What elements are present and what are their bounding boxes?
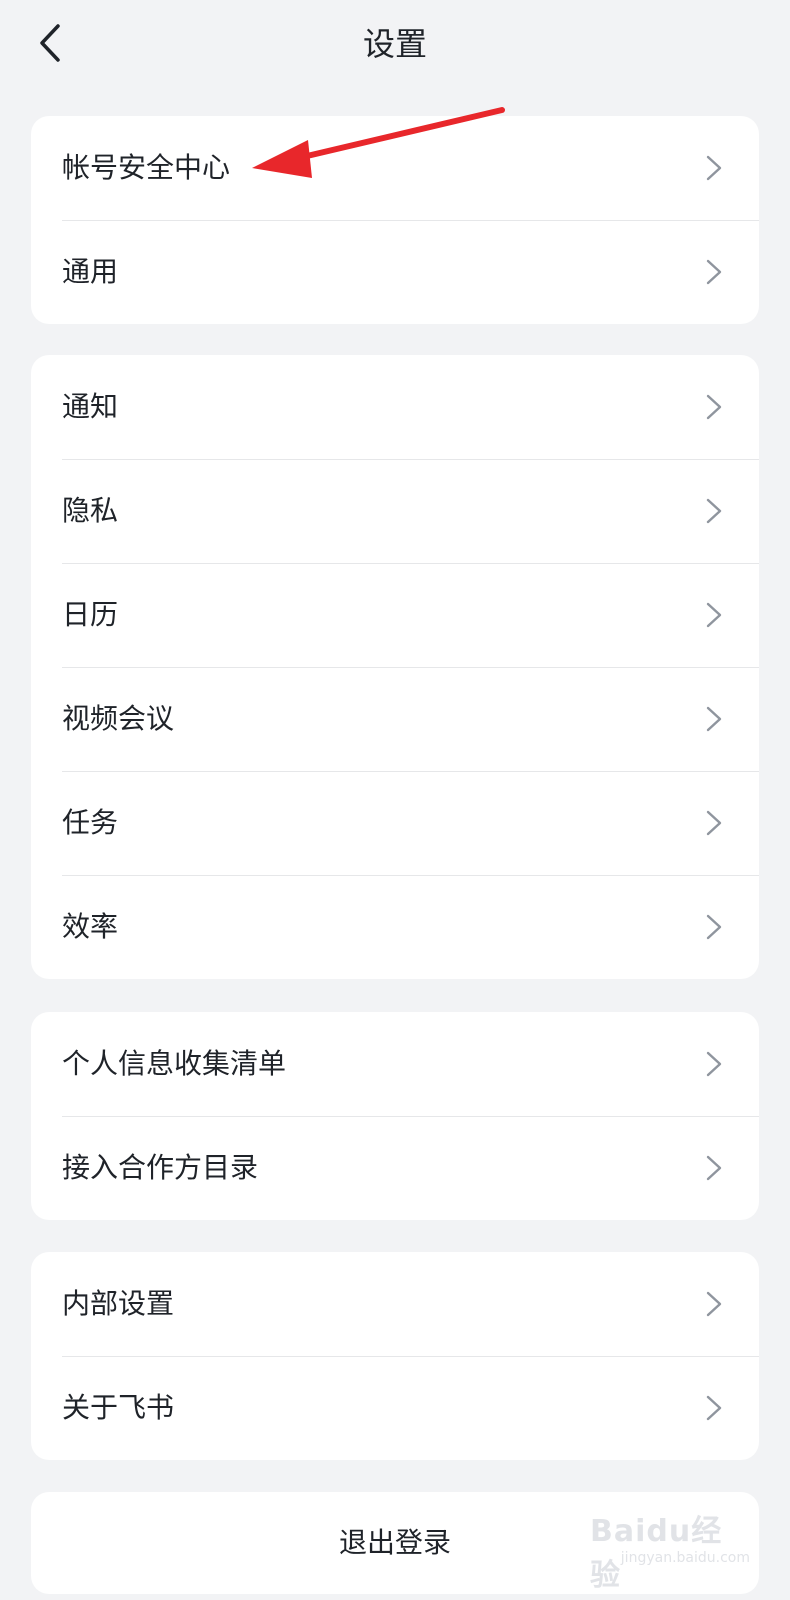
chevron-right-icon [706,810,722,836]
settings-item-label: 隐私 [62,494,119,527]
settings-item-notifications[interactable]: 通知 [31,355,759,459]
chevron-right-icon [706,259,722,285]
red-arrow-annotation [252,107,505,178]
settings-item-label: 任务 [62,806,119,839]
settings-item-internal-settings[interactable]: 内部设置 [31,1252,759,1356]
settings-item-label: 关于飞书 [62,1391,175,1424]
settings-item-partner-directory[interactable]: 接入合作方目录 [31,1116,759,1220]
settings-group-info: 个人信息收集清单 接入合作方目录 [31,1012,759,1220]
chevron-right-icon [706,1291,722,1317]
chevron-right-icon [706,602,722,628]
chevron-right-icon [706,155,722,181]
settings-group-about: 内部设置 关于飞书 [31,1252,759,1460]
page-title: 设置 [362,25,427,63]
settings-item-efficiency[interactable]: 效率 [31,875,759,979]
settings-item-about[interactable]: 关于飞书 [31,1356,759,1460]
settings-group-features: 通知 隐私 日历 视频会议 任务 效率 [31,355,759,979]
chevron-right-icon [706,1395,722,1421]
settings-item-label: 效率 [62,910,119,943]
settings-item-tasks[interactable]: 任务 [31,771,759,875]
settings-item-calendar[interactable]: 日历 [31,563,759,667]
settings-item-label: 日历 [62,598,119,631]
watermark-url: jingyan.baidu.com [620,1550,750,1566]
chevron-right-icon [706,1155,722,1181]
settings-item-privacy[interactable]: 隐私 [31,459,759,563]
settings-item-video-meeting[interactable]: 视频会议 [31,667,759,771]
settings-item-label: 帐号安全中心 [62,151,231,184]
settings-item-personal-info-list[interactable]: 个人信息收集清单 [31,1012,759,1116]
settings-item-label: 通用 [62,255,119,288]
settings-item-general[interactable]: 通用 [31,220,759,324]
settings-item-label: 通知 [62,390,119,423]
settings-item-label: 视频会议 [62,702,175,735]
settings-item-label: 个人信息收集清单 [62,1047,287,1080]
chevron-right-icon [706,1051,722,1077]
chevron-right-icon [706,498,722,524]
settings-item-label: 接入合作方目录 [62,1151,259,1184]
chevron-right-icon [706,914,722,940]
settings-item-label: 内部设置 [62,1287,175,1320]
top-bar: 设置 [0,0,790,92]
chevron-right-icon [706,706,722,732]
chevron-right-icon [706,394,722,420]
watermark: Baidu经验 jingyan.baidu.com [590,1506,750,1593]
